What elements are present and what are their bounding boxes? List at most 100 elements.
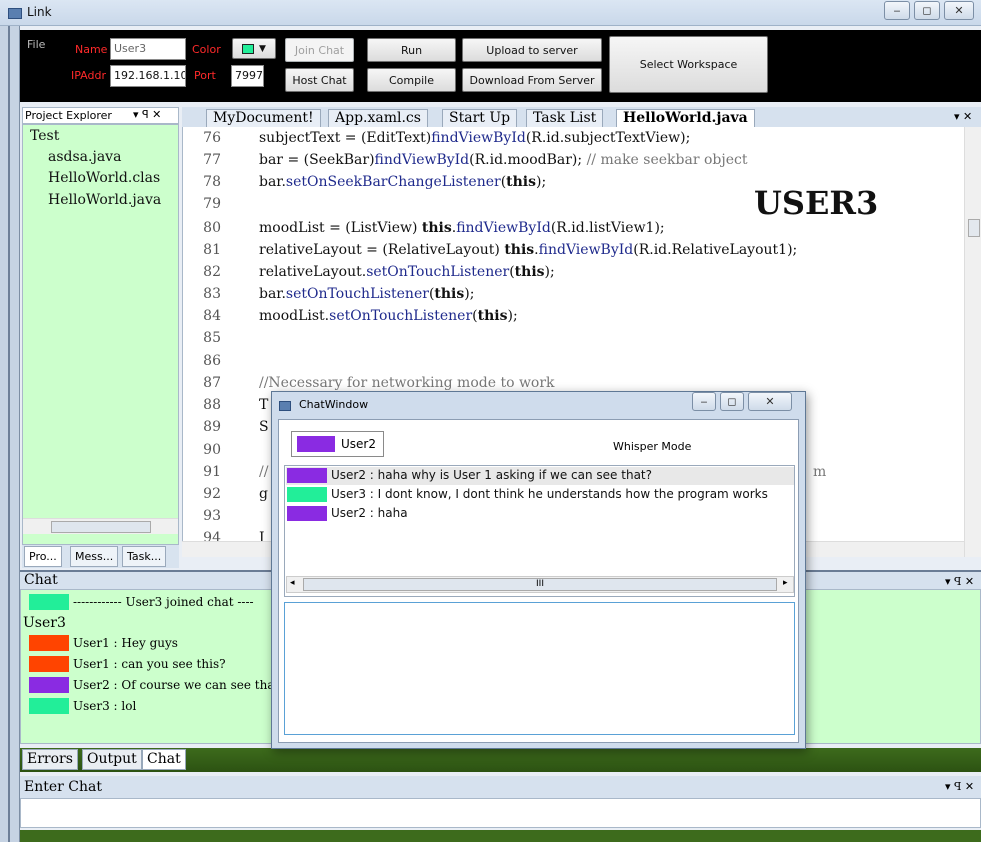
code-line: bar.setOnTouchListener(this); [259, 286, 474, 302]
panel-controls[interactable]: ▾ ꟼ ✕ [945, 574, 974, 590]
tab-chat[interactable]: Chat [142, 749, 186, 770]
tab-app-xaml[interactable]: App.xaml.cs [328, 109, 428, 127]
code-token: subjectText = (EditText) [259, 130, 432, 146]
chat-message: User2 : haha [331, 506, 408, 520]
list-item[interactable]: User2 : haha why is User 1 asking if we … [286, 467, 794, 485]
line-number: 91 [203, 464, 221, 480]
scroll-thumb[interactable] [51, 521, 151, 533]
code-comment: // make seekbar object [586, 152, 748, 168]
code-keyword: this [477, 308, 508, 324]
minimize-button[interactable]: ‒ [884, 1, 910, 20]
line-number: 83 [203, 286, 221, 302]
tree-root[interactable]: Test [30, 128, 59, 144]
line-number: 89 [203, 419, 221, 435]
tab-start-up[interactable]: Start Up [442, 109, 518, 127]
editor-tab-controls[interactable]: ▾ ✕ [954, 110, 972, 123]
user-color-swatch [287, 487, 327, 502]
scroll-thumb[interactable]: III [303, 578, 777, 591]
output-tabs: Errors Output Chat [20, 748, 981, 772]
scroll-left-icon[interactable]: ◂ [290, 578, 295, 588]
compile-button[interactable]: Compile [367, 68, 456, 92]
user-color-swatch [297, 436, 335, 452]
join-chat-button[interactable]: Join Chat [285, 38, 354, 62]
download-button[interactable]: Download From Server [462, 68, 602, 92]
code-token: (R.id.moodBar); [469, 152, 587, 168]
line-number: 87 [203, 375, 221, 391]
whisper-user-select[interactable]: User2 [291, 431, 384, 457]
code-keyword: this [434, 286, 465, 302]
code-line: bar.setOnSeekBarChangeListener(this); [259, 174, 546, 190]
code-token: bar. [259, 286, 286, 302]
tree-item[interactable]: HelloWorld.java [48, 192, 161, 208]
scroll-right-icon[interactable]: ▸ [783, 578, 788, 588]
line-number: 82 [203, 264, 221, 280]
code-line: T [259, 397, 269, 413]
chat-window-messages: User2 : haha why is User 1 asking if we … [284, 465, 795, 597]
editor-vscrollbar[interactable] [964, 127, 981, 557]
tab-errors[interactable]: Errors [22, 749, 78, 770]
maximize-button[interactable]: ◻ [720, 392, 744, 411]
whisper-user-label: User2 [341, 437, 376, 451]
line-number: 90 [203, 442, 221, 458]
code-token: ); [544, 264, 555, 280]
line-number: 84 [203, 308, 221, 324]
close-button[interactable]: ✕ [748, 392, 792, 411]
file-menu[interactable]: File [27, 38, 45, 51]
window-title: Link [27, 5, 52, 19]
tree-item[interactable]: HelloWorld.clas [48, 170, 160, 186]
enter-chat-input[interactable] [20, 798, 981, 828]
select-workspace-button[interactable]: Select Workspace [609, 36, 768, 93]
list-item[interactable]: User3 : I dont know, I dont think he und… [286, 486, 794, 504]
close-button[interactable]: ✕ [944, 1, 974, 20]
tab-task-list[interactable]: Task List [526, 109, 604, 127]
maximize-button[interactable]: ◻ [914, 1, 940, 20]
code-token: findViewById [456, 220, 551, 236]
run-button[interactable]: Run [367, 38, 456, 62]
panel-controls[interactable]: ▾ ꟼ ✕ [945, 776, 974, 798]
host-chat-button[interactable]: Host Chat [285, 68, 354, 92]
user-color-swatch [287, 468, 327, 483]
code-token: bar = (SeekBar) [259, 152, 375, 168]
code-keyword: this [506, 174, 537, 190]
panel-controls[interactable]: ▾ ꟼ ✕ [133, 108, 161, 121]
user-color-swatch [29, 677, 69, 693]
tab-mydocument[interactable]: MyDocument! [206, 109, 321, 127]
code-token: (R.id.RelativeLayout1); [633, 242, 798, 258]
chat-window: ChatWindow ‒ ◻ ✕ User2 Whisper Mode User… [271, 391, 806, 749]
messages-hscrollbar[interactable]: ◂ III ▸ [286, 576, 794, 593]
tab-messages[interactable]: Mess... [70, 546, 119, 567]
tab-project[interactable]: Pro... [24, 546, 62, 567]
code-line: relativeLayout = (RelativeLayout) this.f… [259, 242, 797, 258]
scroll-thumb[interactable] [968, 219, 980, 237]
enter-chat-title: Enter Chat [24, 779, 102, 795]
left-border-line [8, 26, 10, 842]
port-input[interactable]: 7997 [231, 65, 264, 87]
chat-window-icon [279, 401, 291, 411]
tab-output[interactable]: Output [82, 749, 142, 770]
code-comment: // [259, 464, 269, 480]
color-dropdown[interactable]: ▼ [232, 38, 276, 59]
code-line: moodList = (ListView) this.findViewById(… [259, 220, 665, 236]
list-item[interactable]: User2 : haha [286, 505, 794, 523]
line-number: 93 [203, 508, 221, 524]
whisper-mode-label[interactable]: Whisper Mode [613, 440, 691, 453]
name-input[interactable]: User3 [110, 38, 186, 60]
tree-hscrollbar[interactable] [23, 518, 178, 534]
chat-message: User1 : can you see this? [73, 657, 226, 671]
enter-chat-header: Enter Chat ▾ ꟼ ✕ [20, 776, 981, 798]
code-token: bar. [259, 174, 286, 190]
project-explorer-tabs: Pro... Mess... Task... [22, 545, 179, 568]
minimize-button[interactable]: ‒ [692, 392, 716, 411]
tab-tasks[interactable]: Task... [122, 546, 167, 567]
code-line: bar = (SeekBar)findViewById(R.id.moodBar… [259, 152, 747, 168]
chat-window-input[interactable] [284, 602, 795, 735]
tab-helloworld-java[interactable]: HelloWorld.java [616, 109, 755, 127]
ipaddr-input[interactable]: 192.168.1.10 [110, 65, 186, 87]
upload-button[interactable]: Upload to server [462, 38, 602, 62]
chat-message: User3 : I dont know, I dont think he und… [331, 487, 768, 501]
bottom-bar [20, 830, 981, 842]
line-number: 81 [203, 242, 221, 258]
code-token: (R.id.listView1); [550, 220, 665, 236]
tree-item[interactable]: asdsa.java [48, 149, 121, 165]
project-explorer-header: Project Explorer ▾ ꟼ ✕ [22, 107, 179, 124]
